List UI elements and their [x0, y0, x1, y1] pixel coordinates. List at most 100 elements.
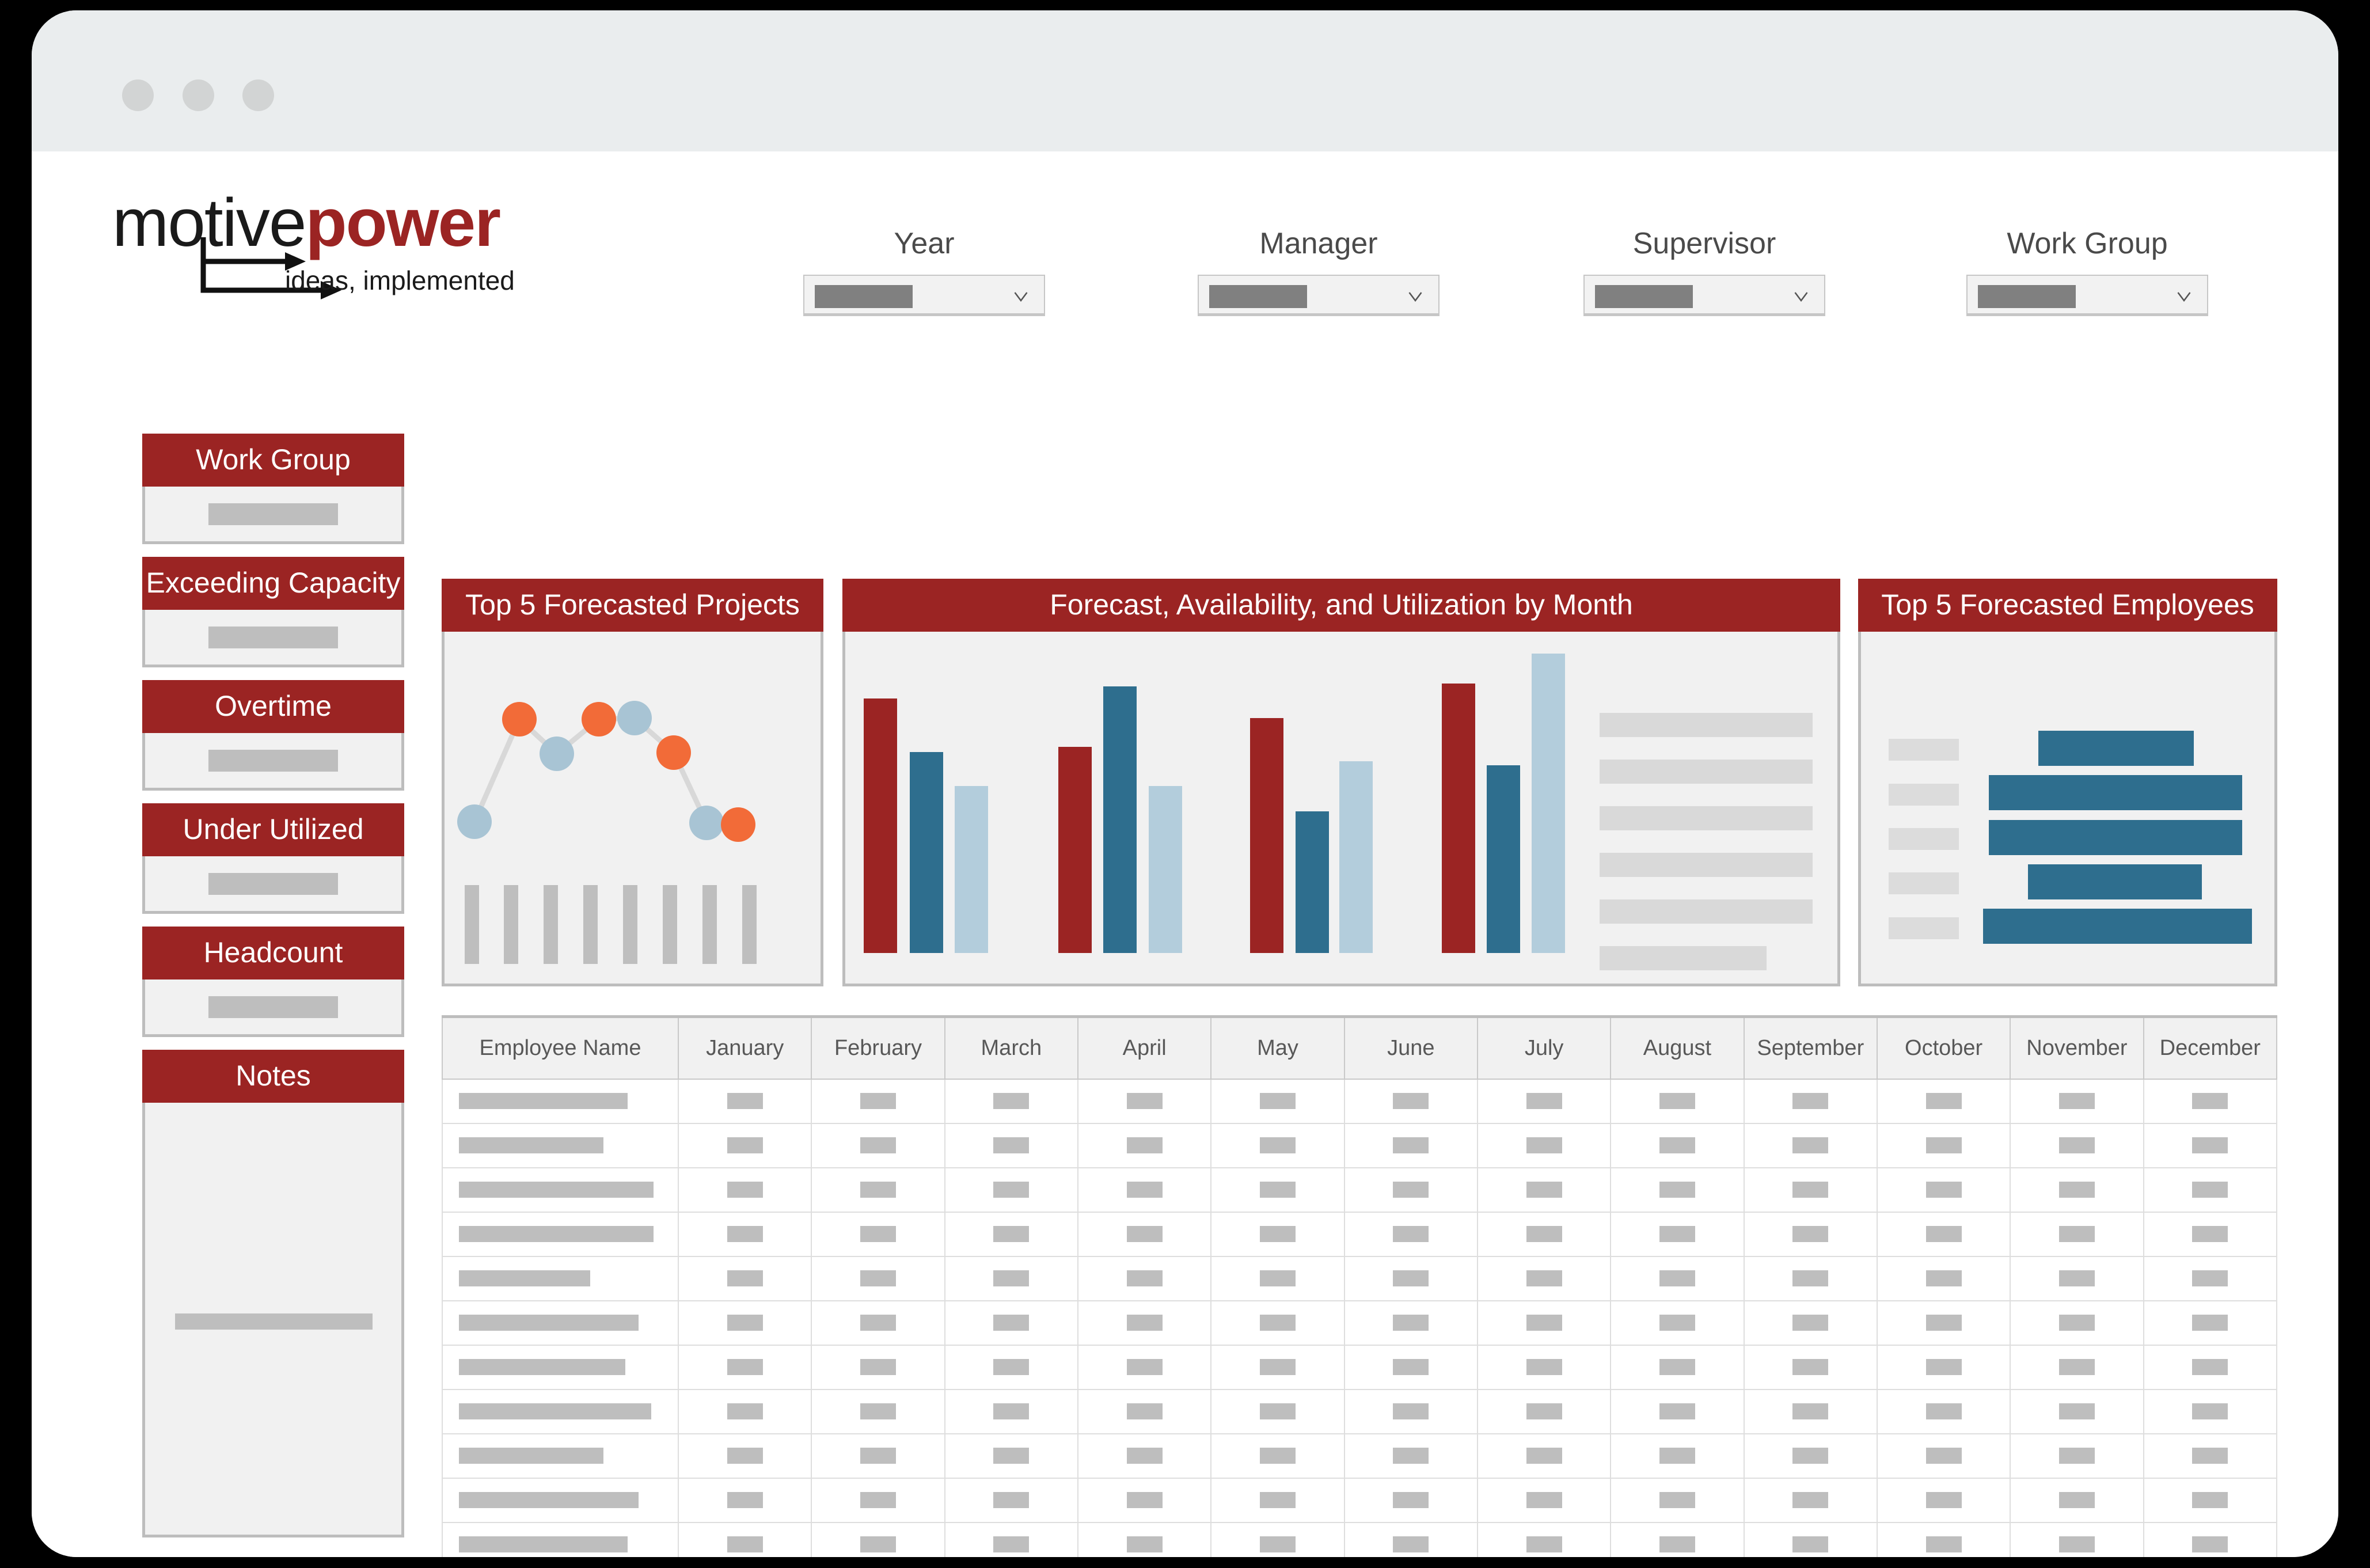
table-row[interactable]: [442, 1477, 2278, 1523]
table-row[interactable]: [442, 1255, 2278, 1301]
cell-employee-name: [442, 1211, 679, 1257]
table-row[interactable]: [442, 1300, 2278, 1346]
note-line: [312, 1313, 346, 1330]
cell-month-value: [1610, 1078, 1745, 1124]
window-close-dot[interactable]: [122, 79, 154, 111]
filter-manager-select[interactable]: [1198, 275, 1440, 316]
month-value-placeholder: [1126, 1403, 1163, 1419]
table-row[interactable]: [442, 1167, 2278, 1213]
bar-forecast: [1058, 747, 1092, 953]
column-header-april[interactable]: April: [1077, 1015, 1212, 1080]
month-value-placeholder: [1792, 1315, 1829, 1331]
table-row[interactable]: [442, 1521, 2278, 1557]
filter-year-select[interactable]: [803, 275, 1045, 316]
kpi-sidebar: Work Group Exceeding Capacity Overtime U…: [142, 434, 404, 1550]
month-value-placeholder: [1393, 1359, 1429, 1375]
month-value-placeholder: [1526, 1403, 1562, 1419]
cell-month-value: [1077, 1477, 1212, 1523]
month-value-placeholder: [1925, 1093, 1962, 1109]
cell-month-value: [1210, 1211, 1345, 1257]
month-value-placeholder: [2058, 1315, 2095, 1331]
column-header-september[interactable]: September: [1743, 1015, 1878, 1080]
kpi-card-work-group-title: Work Group: [142, 434, 404, 487]
axis-label-placeholder: [583, 885, 598, 964]
cell-month-value: [1210, 1300, 1345, 1346]
table-row[interactable]: [442, 1211, 2278, 1257]
month-value-placeholder: [1526, 1536, 1562, 1552]
column-header-december[interactable]: December: [2143, 1015, 2278, 1080]
column-header-november[interactable]: November: [2010, 1015, 2144, 1080]
filter-manager: Manager: [1198, 226, 1440, 316]
cell-month-value: [1343, 1433, 1478, 1479]
month-value-placeholder: [1526, 1226, 1562, 1242]
cell-month-value: [2143, 1078, 2278, 1124]
data-point: [582, 702, 616, 736]
column-header-july[interactable]: July: [1476, 1015, 1612, 1080]
month-value-placeholder: [860, 1536, 896, 1552]
kpi-card-work-group[interactable]: Work Group: [142, 434, 404, 544]
month-value-placeholder: [1526, 1093, 1562, 1109]
column-header-employee-name[interactable]: Employee Name: [442, 1015, 679, 1080]
column-header-october[interactable]: October: [1876, 1015, 2011, 1080]
month-value-placeholder: [1259, 1226, 1296, 1242]
column-header-february[interactable]: February: [811, 1015, 945, 1080]
month-value-placeholder: [1792, 1182, 1829, 1198]
cell-month-value: [2143, 1122, 2278, 1168]
cell-month-value: [1210, 1521, 1345, 1557]
column-header-may[interactable]: May: [1210, 1015, 1345, 1080]
cell-month-value: [1343, 1078, 1478, 1124]
cell-month-value: [1077, 1078, 1212, 1124]
table-row[interactable]: [442, 1344, 2278, 1390]
column-header-june[interactable]: June: [1343, 1015, 1478, 1080]
cell-month-value: [677, 1477, 812, 1523]
table-row[interactable]: [442, 1122, 2278, 1168]
top-5-forecasted-projects-title: Top 5 Forecasted Projects: [442, 579, 823, 632]
filter-year-value: [815, 285, 913, 308]
table-row[interactable]: [442, 1433, 2278, 1479]
kpi-card-exceeding-capacity[interactable]: Exceeding Capacity: [142, 557, 404, 667]
table-row[interactable]: [442, 1388, 2278, 1434]
month-value-placeholder: [1526, 1492, 1562, 1508]
filter-supervisor-select[interactable]: [1583, 275, 1825, 316]
month-value-placeholder: [2192, 1536, 2228, 1552]
month-value-placeholder: [1126, 1270, 1163, 1286]
legend-placeholder: [1600, 806, 1813, 830]
month-value-placeholder: [2058, 1226, 2095, 1242]
forecast-availability-utilization-panel: Forecast, Availability, and Utilization …: [842, 579, 1840, 986]
month-value-placeholder: [1259, 1492, 1296, 1508]
projects-line-chart[interactable]: [445, 632, 821, 981]
kpi-card-overtime[interactable]: Overtime: [142, 680, 404, 791]
forecast-availability-utilization-title: Forecast, Availability, and Utilization …: [842, 579, 1840, 632]
bar-availability: [1103, 686, 1137, 953]
window-minimize-dot[interactable]: [183, 79, 214, 111]
column-header-january[interactable]: January: [677, 1015, 812, 1080]
cell-employee-name: [442, 1300, 679, 1346]
kpi-card-headcount[interactable]: Headcount: [142, 927, 404, 1037]
data-point: [721, 807, 755, 842]
cell-month-value: [1610, 1122, 1745, 1168]
kpi-card-under-utilized[interactable]: Under Utilized: [142, 803, 404, 914]
cell-month-value: [1210, 1122, 1345, 1168]
cell-month-value: [2010, 1521, 2144, 1557]
employee-name-placeholder: [459, 1226, 654, 1242]
month-value-placeholder: [727, 1536, 763, 1552]
month-value-placeholder: [1393, 1448, 1429, 1464]
filter-work-group-select[interactable]: [1966, 275, 2208, 316]
cell-month-value: [1210, 1078, 1345, 1124]
month-value-placeholder: [1526, 1270, 1562, 1286]
month-value-placeholder: [1126, 1492, 1163, 1508]
month-value-placeholder: [1792, 1492, 1829, 1508]
kpi-card-headcount-value: [208, 996, 338, 1018]
month-value-placeholder: [1259, 1093, 1296, 1109]
forecast-bar-chart[interactable]: [845, 632, 1837, 981]
column-header-march[interactable]: March: [944, 1015, 1078, 1080]
cell-month-value: [677, 1433, 812, 1479]
employee-name-placeholder: [459, 1315, 639, 1331]
window-maximize-dot[interactable]: [242, 79, 274, 111]
column-header-august[interactable]: August: [1610, 1015, 1745, 1080]
month-value-placeholder: [1659, 1093, 1695, 1109]
table-row[interactable]: [442, 1078, 2278, 1124]
employees-bar-chart[interactable]: [1861, 632, 2274, 981]
month-value-placeholder: [1393, 1270, 1429, 1286]
bar-employee: [1989, 820, 2242, 855]
